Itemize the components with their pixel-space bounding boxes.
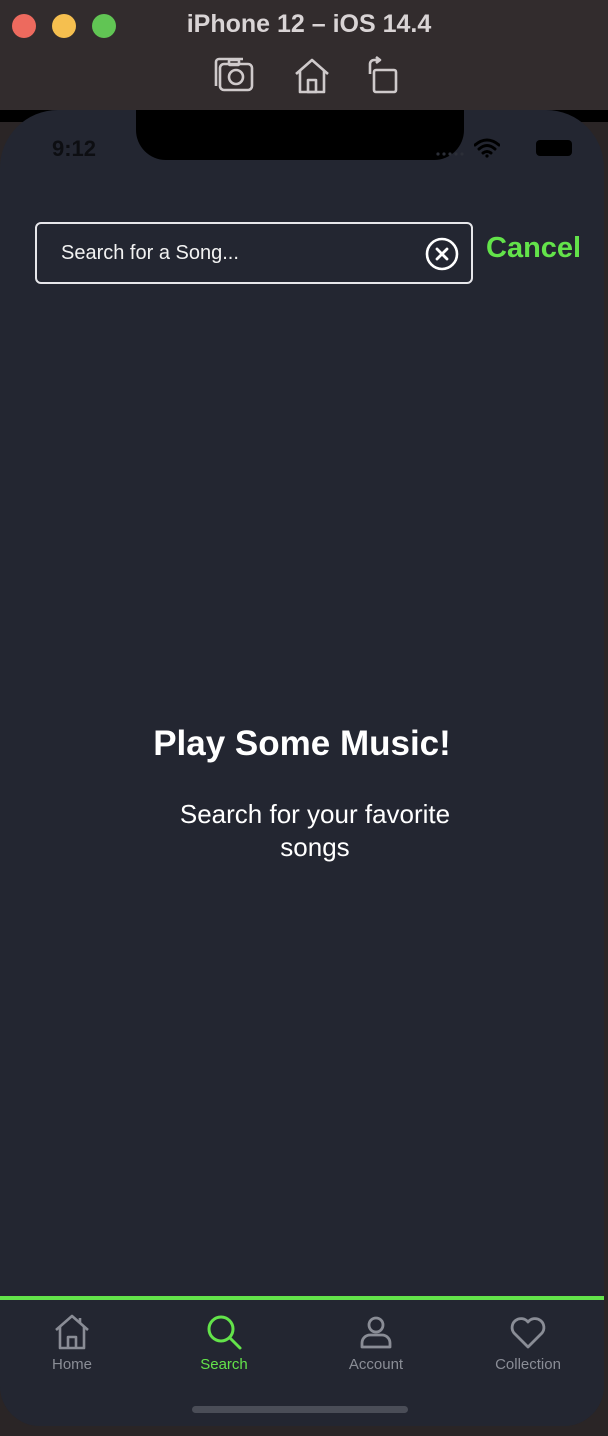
empty-state-title: Play Some Music! <box>153 724 451 763</box>
rotate-icon[interactable] <box>362 55 406 96</box>
tab-collection-label: Collection <box>495 1356 561 1373</box>
tab-account[interactable]: Account <box>316 1312 436 1392</box>
battery-icon <box>536 140 572 156</box>
cancel-button[interactable]: Cancel <box>486 232 581 265</box>
account-icon <box>360 1316 392 1349</box>
simulator-toolbar <box>210 55 410 96</box>
home-indicator <box>192 1406 408 1413</box>
cellular-signal-icon <box>436 152 464 156</box>
wifi-icon <box>474 138 500 158</box>
clear-search-icon[interactable] <box>425 237 459 271</box>
status-time: 9:12 <box>52 136 97 161</box>
home-icon[interactable] <box>290 56 334 96</box>
tab-search-label: Search <box>200 1356 248 1373</box>
tab-home-label: Home <box>51 1356 92 1373</box>
tab-collection[interactable]: Collection <box>468 1312 588 1392</box>
tab-home[interactable]: Home <box>12 1312 132 1392</box>
search-icon <box>207 1315 242 1350</box>
simulator-window: iPhone 12 – iOS 14.4 9:12 Search for a S… <box>0 0 608 1436</box>
tab-search[interactable]: Search <box>164 1312 284 1392</box>
phone-screen: 9:12 Cancel <box>0 110 604 1426</box>
home-icon <box>55 1314 89 1350</box>
status-indicators <box>432 138 572 158</box>
window-title: iPhone 12 – iOS 14.4 <box>186 10 432 38</box>
window-titlebar: iPhone 12 – iOS 14.4 <box>0 0 608 110</box>
screenshot-icon[interactable] <box>212 56 256 96</box>
empty-state-subtitle: Search for your favorite songs <box>179 799 451 862</box>
heart-icon <box>510 1317 546 1349</box>
search-input[interactable] <box>61 224 411 282</box>
search-field[interactable] <box>35 222 473 284</box>
device-notch <box>136 110 464 160</box>
tab-account-label: Account <box>348 1356 404 1373</box>
